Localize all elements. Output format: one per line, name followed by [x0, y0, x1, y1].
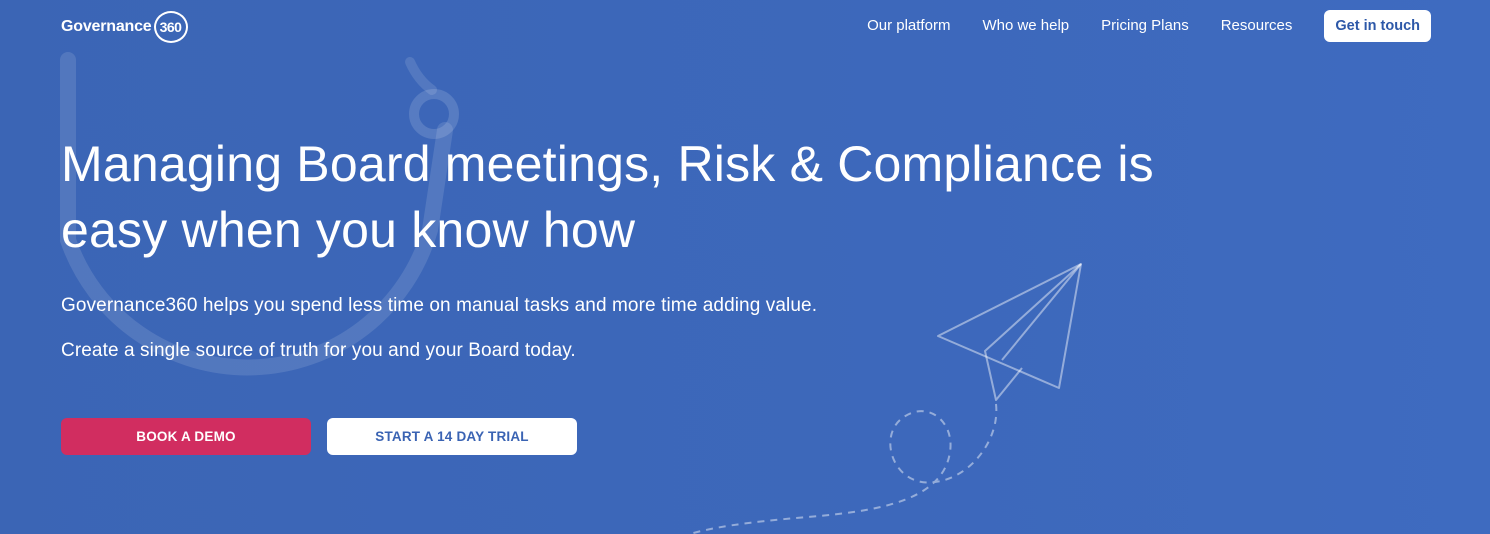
- headline-line-2: easy when you know how: [61, 202, 636, 258]
- hero-subtext-1: Governance360 helps you spend less time …: [61, 295, 818, 316]
- hero-headline: Managing Board meetings, Risk & Complian…: [61, 131, 1361, 263]
- main-nav: Our platform Who we help Pricing Plans R…: [867, 10, 1431, 42]
- hero-subtext-2: Create a single source of truth for you …: [61, 340, 576, 361]
- book-demo-button[interactable]: BOOK A DEMO: [61, 418, 311, 455]
- nav-pricing-plans[interactable]: Pricing Plans: [1101, 10, 1189, 42]
- nav-who-we-help[interactable]: Who we help: [982, 10, 1069, 42]
- get-in-touch-button[interactable]: Get in touch: [1324, 10, 1431, 42]
- logo-text: Governance: [61, 18, 152, 35]
- nav-resources[interactable]: Resources: [1221, 10, 1293, 42]
- brand-logo[interactable]: Governance 360: [61, 11, 188, 43]
- hero-section: Governance 360 Our platform Who we help …: [0, 0, 1490, 534]
- start-trial-button[interactable]: START A 14 DAY TRIAL: [327, 418, 577, 455]
- nav-our-platform[interactable]: Our platform: [867, 10, 950, 42]
- paper-plane-icon: [937, 263, 1082, 401]
- dashed-flight-path: [689, 403, 998, 534]
- logo-badge: 360: [153, 11, 188, 43]
- headline-line-1: Managing Board meetings, Risk & Complian…: [61, 136, 1154, 192]
